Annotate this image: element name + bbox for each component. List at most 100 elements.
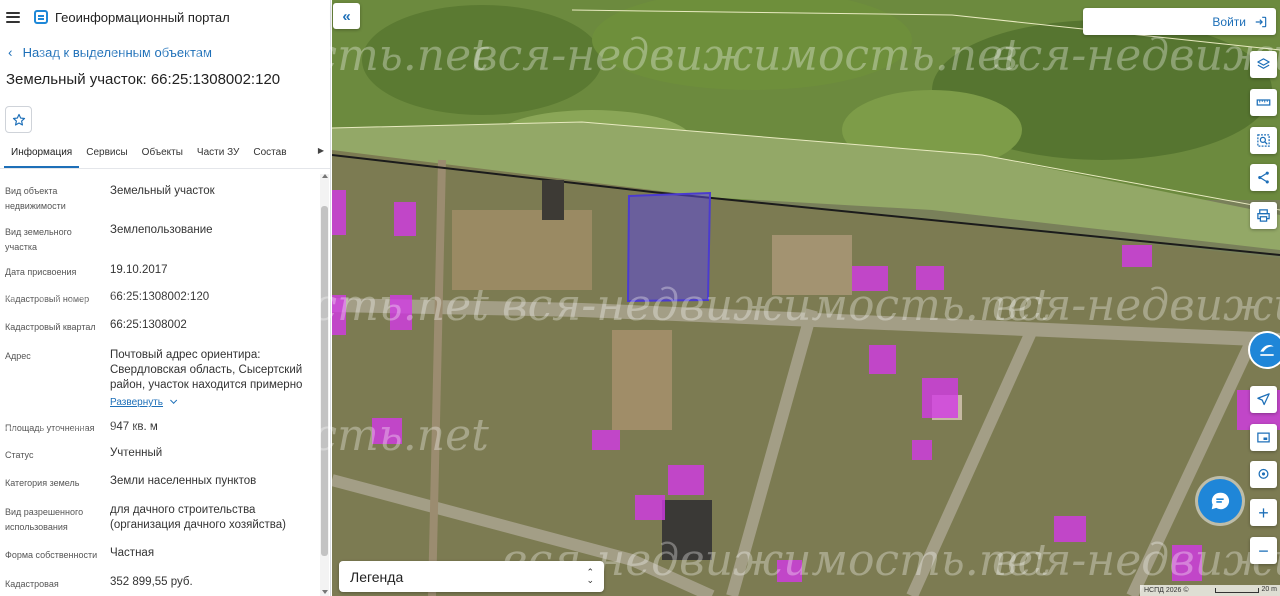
- scale-bar: [1214, 588, 1259, 593]
- satellite-imagery: [332, 0, 1280, 596]
- minimap-icon: [1257, 432, 1270, 443]
- attr-value: 19.10.2017: [110, 264, 168, 276]
- attr-label: Вид объекта недвижимости: [5, 186, 66, 211]
- layers-icon: [1257, 58, 1270, 69]
- share-button[interactable]: [1250, 164, 1277, 191]
- scroll-down-icon[interactable]: [322, 590, 328, 594]
- legend-label: Легенда: [350, 568, 404, 585]
- attr-label: Кадастровый номер: [5, 294, 90, 304]
- printer-icon: [1257, 209, 1270, 222]
- parcel-highlight: [635, 495, 665, 520]
- services-widget-button[interactable]: [1250, 333, 1280, 367]
- attr-label: Кадастровый квартал: [5, 322, 96, 332]
- attr-value: Земельный участок: [110, 185, 215, 197]
- chat-icon: [1211, 492, 1230, 510]
- attr-label: Категория земель: [5, 478, 80, 488]
- area-select-button[interactable]: [1250, 127, 1277, 154]
- address-text: Почтовый адрес ориентира: Свердловская о…: [110, 349, 303, 391]
- scroll-thumb[interactable]: [321, 206, 328, 556]
- parcel-highlight: [332, 190, 346, 235]
- attr-label: Дата присвоения: [5, 267, 77, 277]
- parcel-highlight: [332, 295, 346, 335]
- parcel-highlight: [852, 266, 888, 291]
- object-title: Земельный участок: 66:25:1308002:120: [6, 71, 281, 88]
- login-label: Войти: [1212, 14, 1246, 29]
- plus-icon: +: [1258, 502, 1269, 523]
- bare-soil: [772, 235, 852, 295]
- login-icon: [1255, 16, 1267, 27]
- locate-button[interactable]: [1250, 386, 1277, 413]
- parcel-highlight: [390, 295, 412, 330]
- minimap-button[interactable]: [1250, 424, 1277, 451]
- expand-label: Развернуть: [110, 397, 164, 408]
- tab-parcel-parts[interactable]: Части ЗУ: [190, 143, 246, 168]
- layers-button[interactable]: [1250, 51, 1277, 78]
- scale-label: 20 m: [1261, 586, 1277, 593]
- parcel-highlight: [869, 345, 896, 374]
- zoom-out-button[interactable]: −: [1250, 537, 1277, 564]
- legend-selector[interactable]: Легенда ⌃ ⌄: [339, 561, 604, 592]
- portal-title: Геоинформационный портал: [55, 9, 230, 25]
- location-pin-icon: [1258, 468, 1269, 479]
- menu-icon[interactable]: [6, 11, 20, 23]
- parcel-highlight: [592, 430, 620, 450]
- tree-cluster: [362, 5, 602, 115]
- navigation-arrow-icon: [1257, 393, 1270, 406]
- parcel-highlight: [916, 266, 944, 290]
- parcel-highlight: [912, 440, 932, 460]
- attr-value: Почтовый адрес ориентира: Свердловская о…: [110, 348, 315, 410]
- chevron-down-icon: [170, 396, 178, 404]
- collapse-panel-button[interactable]: «: [333, 3, 360, 29]
- chevron-left-icon: ‹: [8, 44, 13, 60]
- back-to-selected-link[interactable]: ‹ Назад к выделенным объектам: [0, 41, 330, 63]
- building: [542, 180, 564, 220]
- parcel-highlight: [668, 465, 704, 495]
- bare-soil: [452, 210, 592, 290]
- parcel-highlight: [1054, 516, 1086, 542]
- tab-information[interactable]: Информация: [4, 143, 80, 168]
- attr-value: для дачного строительства (организация д…: [110, 504, 286, 531]
- parcel-highlight: [394, 202, 416, 236]
- map-attribution: НСПД 2026 © 20 m: [1140, 585, 1280, 596]
- tab-services[interactable]: Сервисы: [79, 143, 134, 168]
- parcel-highlight: [1122, 245, 1152, 267]
- geolocation-button[interactable]: [1250, 461, 1277, 488]
- ruler-icon: [1256, 99, 1271, 106]
- attr-label: Адрес: [5, 351, 31, 361]
- app-root: Геоинформационный портал ‹ Назад к выдел…: [0, 0, 1280, 596]
- map-view[interactable]: вся-недвижимость.net вся-недвижимость.ne…: [332, 0, 1280, 596]
- scroll-up-icon[interactable]: [322, 174, 328, 178]
- attr-value: Землепользование: [110, 224, 213, 236]
- bare-soil: [612, 330, 672, 430]
- attr-label: Вид земельного участка: [5, 227, 72, 252]
- measure-button[interactable]: [1250, 89, 1277, 116]
- chat-button[interactable]: [1198, 479, 1242, 523]
- zoom-in-button[interactable]: +: [1250, 499, 1277, 526]
- parcel-highlight: [372, 418, 402, 444]
- login-button[interactable]: Войти: [1083, 8, 1276, 35]
- double-chevron-left-icon: «: [342, 7, 351, 25]
- print-button[interactable]: [1250, 202, 1277, 229]
- attr-value: 66:25:1308002:120: [110, 291, 210, 303]
- attribution-text: НСПД 2026 ©: [1144, 587, 1189, 594]
- tab-objects[interactable]: Объекты: [135, 143, 190, 168]
- star-icon: [12, 113, 25, 126]
- share-icon: [1258, 171, 1269, 184]
- tab-composition[interactable]: Состав: [246, 143, 293, 168]
- building: [662, 500, 712, 560]
- expand-address-link[interactable]: Развернуть: [110, 393, 315, 410]
- services-logo-icon: [1260, 345, 1274, 356]
- favorite-button[interactable]: [5, 106, 32, 133]
- attr-value: 352 899,55 руб.: [110, 576, 193, 588]
- attr-label: Кадастровая: [5, 579, 59, 589]
- attr-label: Статус: [5, 450, 34, 460]
- back-link-label: Назад к выделенным объектам: [22, 44, 212, 60]
- attr-value: Земли населенных пунктов: [110, 475, 257, 487]
- top-bar: Геоинформационный портал: [0, 0, 330, 34]
- updown-chevron-icon: ⌃ ⌄: [586, 567, 594, 585]
- selected-parcel[interactable]: [626, 191, 712, 303]
- tabs-scroll-right-icon[interactable]: ▶: [318, 146, 324, 155]
- panel-scrollbar[interactable]: [320, 174, 329, 596]
- info-panel: Геоинформационный портал ‹ Назад к выдел…: [0, 0, 331, 596]
- attr-label: Площадь уточненная: [5, 423, 95, 433]
